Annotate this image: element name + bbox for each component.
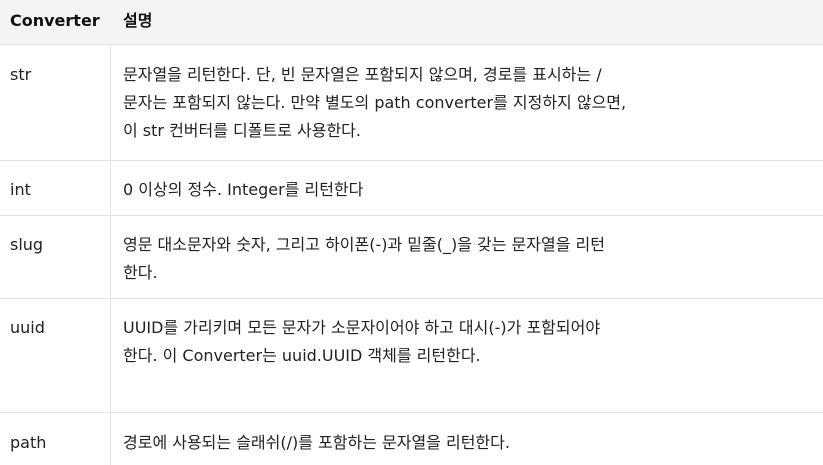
row-desc-int: 0 이상의 정수. Integer를 리턴한다 — [123, 180, 364, 199]
table-row-slug: slug 영문 대소문자와 숫자, 그리고 하이폰(-)과 밑줄(_)을 갖는 … — [0, 215, 823, 298]
table-row-uuid: uuid UUID를 가리키며 모든 문자가 소문자이어야 하고 대시(-)가 … — [0, 298, 823, 412]
row-desc-slug: 영문 대소문자와 숫자, 그리고 하이폰(-)과 밑줄(_)을 갖는 문자열을 … — [123, 235, 605, 282]
row-key-int: int — [10, 180, 31, 199]
table-header-row: Converter 설명 — [0, 0, 823, 44]
converter-table: Converter 설명 str 문자열을 리턴한다. 단, 빈 문자열은 포함… — [0, 0, 823, 465]
row-desc-str: 문자열을 리턴한다. 단, 빈 문자열은 포함되지 않으며, 경로를 표시하는 … — [123, 65, 627, 140]
row-desc-path: 경로에 사용되는 슬래쉬(/)를 포함하는 문자열을 리턴한다. — [123, 433, 510, 452]
table-row-int: int 0 이상의 정수. Integer를 리턴한다 — [0, 160, 823, 215]
table-row-path: path 경로에 사용되는 슬래쉬(/)를 포함하는 문자열을 리턴한다. — [0, 412, 823, 465]
row-key-path: path — [10, 433, 47, 452]
row-desc-uuid: UUID를 가리키며 모든 문자가 소문자이어야 하고 대시(-)가 포함되어야… — [123, 318, 601, 365]
row-key-slug: slug — [10, 235, 44, 254]
table-row-str: str 문자열을 리턴한다. 단, 빈 문자열은 포함되지 않으며, 경로를 표… — [0, 44, 823, 160]
header-description: 설명 — [123, 11, 153, 30]
row-key-uuid: uuid — [10, 318, 45, 337]
row-key-str: str — [10, 65, 32, 84]
header-converter: Converter — [10, 11, 100, 30]
